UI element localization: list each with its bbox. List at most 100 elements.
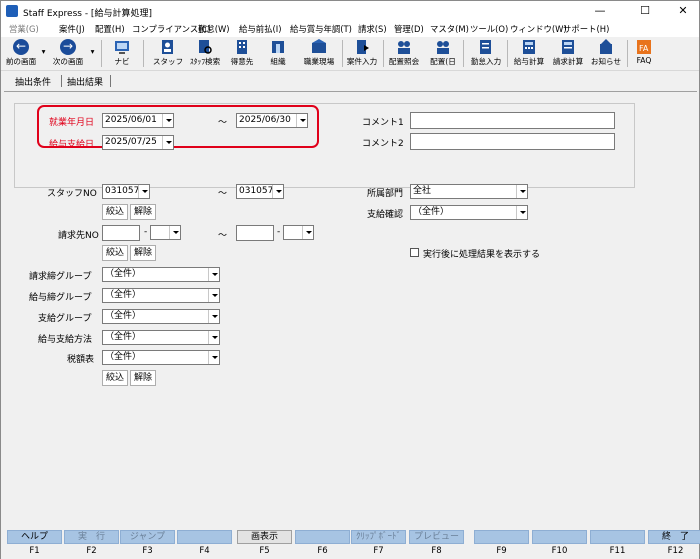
staff-site-button[interactable]: 職業現場 (299, 38, 339, 70)
menu-tools[interactable]: ツール(O) (470, 23, 508, 35)
comment2-input[interactable] (410, 133, 615, 150)
back-button[interactable]: ← 前の画面 (4, 38, 38, 70)
fkey-f3-button[interactable]: ジャンプ (120, 530, 175, 544)
range-tilde: ～ (218, 118, 228, 128)
show-results-checkbox[interactable] (410, 248, 419, 257)
dropdown-arrow-icon (296, 114, 307, 127)
dept-select[interactable]: 全社 (410, 184, 528, 199)
group-clear-button[interactable]: 解除 (130, 370, 156, 386)
menu-master[interactable]: マスタ(M) (430, 23, 469, 35)
menu-attendance[interactable]: 勤怠(W) (198, 23, 230, 35)
payment-confirm-select[interactable]: （全件） (410, 205, 528, 220)
staff-button[interactable]: スタッフ (149, 38, 187, 70)
organization-button[interactable]: 組織 (264, 38, 292, 70)
monitor-icon (115, 41, 129, 54)
fkey-f4-button[interactable] (177, 530, 232, 544)
comment1-input[interactable] (410, 112, 615, 129)
fkey-f9-button[interactable] (474, 530, 529, 544)
menu-window[interactable]: ウィンドウ(W) (510, 23, 567, 35)
billing-button[interactable]: 請求計算 (549, 38, 587, 70)
pay-date-label: 給与支給日 (49, 140, 95, 150)
assign-day-button[interactable]: 配置(日 (425, 38, 461, 70)
fkey-f10-button[interactable] (532, 530, 587, 544)
fkey-f8-button[interactable]: プレビュー (409, 530, 464, 544)
menu-payroll[interactable]: 給与賞与年調(T) (290, 23, 352, 35)
fkey-f11-button[interactable] (590, 530, 645, 544)
next-dropdown-icon[interactable]: ▾ (88, 38, 97, 70)
customer-button[interactable]: 得意先 (227, 38, 257, 70)
billing-clear-button[interactable]: 解除 (130, 245, 156, 261)
payroll-button[interactable]: 給与計算 (510, 38, 548, 70)
billing-from-sub-select[interactable] (150, 225, 181, 240)
pay-group-select[interactable]: （全件） (102, 309, 220, 324)
fkey-f2-button[interactable]: 実 行 (64, 530, 119, 544)
comment1-label: コメント1 (362, 118, 404, 128)
dropdown-arrow-icon (208, 351, 219, 364)
case-entry-button[interactable]: 案件入力 (344, 38, 380, 70)
app-window: Staff Express - [給与計算処理] — ☐ ✕ 営業(G) 案件(… (0, 0, 700, 559)
billing-narrow-button[interactable]: 絞込 (102, 245, 128, 261)
faq-button[interactable]: FA FAQ (631, 38, 657, 70)
billing-close-group-label: 請求締グループ (29, 272, 92, 282)
attendance-entry-button[interactable]: 勤怠入力 (467, 38, 505, 70)
arrow-left-icon: ← (13, 39, 29, 55)
fkey-f6-button[interactable] (295, 530, 350, 544)
app-icon (6, 5, 18, 17)
billing-no-label: 請求先NO (58, 231, 99, 241)
menu-case[interactable]: 案件(J) (59, 23, 85, 35)
dropdown-arrow-icon (138, 185, 149, 198)
menu-sales[interactable]: 営業(G) (9, 23, 39, 35)
menu-billing[interactable]: 請求(S) (358, 23, 387, 35)
assign-view-button[interactable]: 配置照会 (385, 38, 423, 70)
fkey-number: F3 (142, 546, 153, 556)
pay-method-select[interactable]: （全件） (102, 330, 220, 345)
billing-to-sub-select[interactable] (283, 225, 314, 240)
menu-advance-pay[interactable]: 給与前払(I) (239, 23, 282, 35)
nav-button[interactable]: ナビ (106, 38, 138, 70)
tax-table-label: 税額表 (67, 355, 95, 365)
pay-date-select[interactable]: 2025/07/25 (102, 135, 174, 150)
back-dropdown-icon[interactable]: ▾ (39, 38, 48, 70)
staff-search-icon (199, 40, 212, 54)
menu-bar: 営業(G) 案件(J) 配置(H) コンプライアンス(C) 勤怠(W) 給与前払… (1, 21, 699, 37)
close-button[interactable]: ✕ (667, 1, 699, 21)
range-tilde: ～ (218, 189, 228, 199)
fkey-f7-button[interactable]: ｸﾘｯﾌﾟﾎﾞｰﾄﾞ (351, 530, 406, 544)
billing-icon (562, 40, 574, 54)
dropdown-arrow-icon (162, 136, 173, 149)
menu-support[interactable]: サポート(H) (563, 23, 609, 35)
attendance-icon (480, 40, 491, 54)
staff-search-button[interactable]: ｽﾀｯﾌ検索 (185, 38, 225, 70)
billing-dash: - (144, 227, 148, 237)
maximize-button[interactable]: ☐ (629, 1, 661, 21)
pay-close-group-label: 給与締グループ (29, 293, 92, 303)
fkey-f12-button[interactable]: 終 了 (648, 530, 700, 544)
staff-clear-button[interactable]: 解除 (130, 204, 156, 220)
tab-results[interactable]: 抽出結果 (67, 75, 103, 88)
tax-table-select[interactable]: （全件） (102, 350, 220, 365)
menu-admin[interactable]: 管理(D) (394, 23, 424, 35)
billing-to-input[interactable] (236, 225, 274, 241)
notice-button[interactable]: お知らせ (589, 38, 623, 70)
fkey-f1-button[interactable]: ヘルプ (7, 530, 62, 544)
fkey-number: F2 (86, 546, 97, 556)
group-narrow-button[interactable]: 絞込 (102, 370, 128, 386)
dropdown-arrow-icon (208, 289, 219, 302)
next-button[interactable]: → 次の画面 (51, 38, 85, 70)
pay-close-group-select[interactable]: （全件） (102, 288, 220, 303)
billing-from-input[interactable] (102, 225, 140, 241)
work-to-select[interactable]: 2025/06/30 (236, 113, 308, 128)
svg-text:FA: FA (639, 44, 649, 53)
comment2-label: コメント2 (362, 139, 404, 149)
work-from-select[interactable]: 2025/06/01 (102, 113, 174, 128)
tab-conditions[interactable]: 抽出条件 (15, 75, 51, 88)
staff-to-select[interactable]: 031057 (236, 184, 284, 199)
dropdown-arrow-icon (302, 226, 313, 239)
dept-label: 所属部門 (367, 189, 404, 199)
staff-narrow-button[interactable]: 絞込 (102, 204, 128, 220)
fkey-f5-button[interactable]: 画表示 (237, 530, 292, 544)
billing-close-group-select[interactable]: （全件） (102, 267, 220, 282)
minimize-button[interactable]: — (584, 1, 616, 21)
staff-from-select[interactable]: 031057 (102, 184, 150, 199)
menu-assign[interactable]: 配置(H) (95, 23, 125, 35)
